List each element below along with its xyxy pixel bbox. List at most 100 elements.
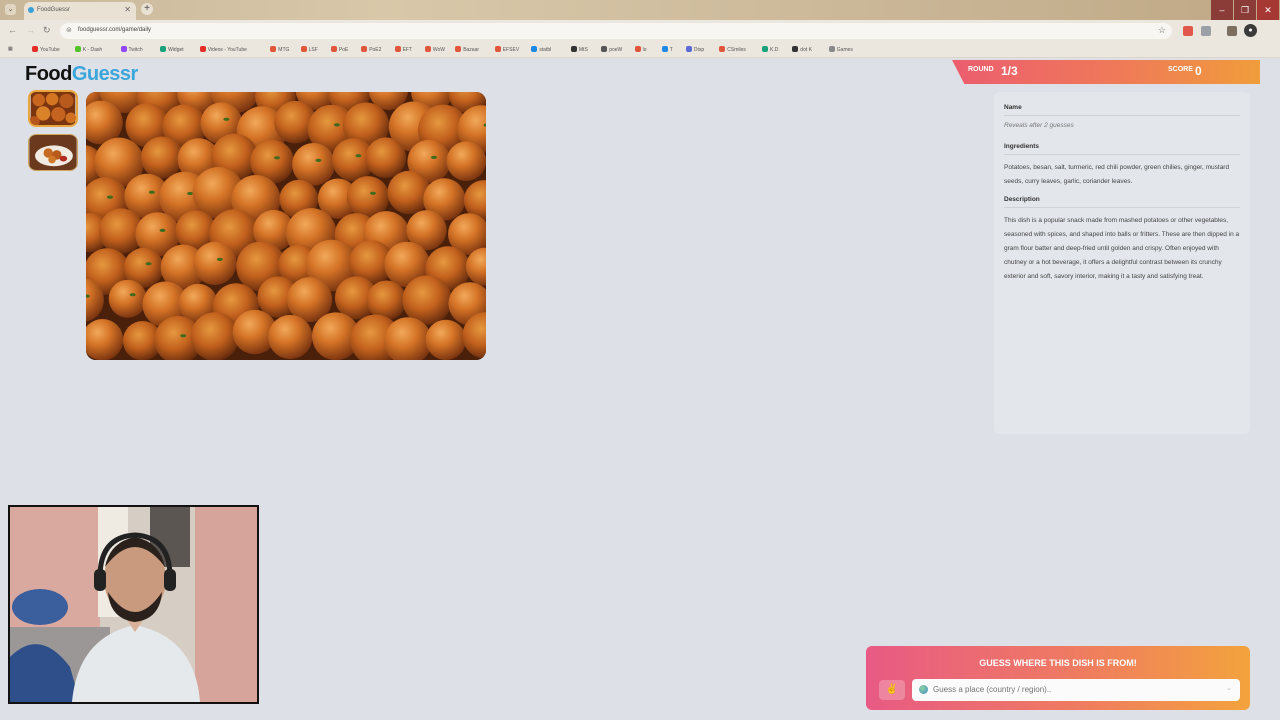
browser-tab[interactable]: FoodGuessr ✕ <box>24 2 136 20</box>
minimize-window-button[interactable]: – <box>1211 0 1233 20</box>
bookmark-label: dot K <box>800 47 812 53</box>
bookmark-favicon-icon <box>424 46 431 52</box>
divider <box>1004 207 1240 208</box>
fritters-thumb-image <box>30 92 76 125</box>
back-icon[interactable]: ← <box>8 25 17 35</box>
dish-info-panel: Name Reveals after 2 guesses Ingredients… <box>994 92 1250 434</box>
bookmark-favicon-icon <box>828 46 835 52</box>
bookmark-item[interactable]: statbl <box>531 46 551 53</box>
bookmark-item[interactable]: MtS <box>570 46 588 53</box>
fritter-ball <box>292 143 335 186</box>
bookmark-favicon-icon <box>531 46 538 52</box>
bookmark-label: PoE <box>338 47 349 53</box>
address-bar[interactable]: ⊜ foodguessr.com/game/daily ☆ <box>60 23 1172 39</box>
bookmark-favicon-icon <box>394 46 401 52</box>
herb-leaf <box>129 293 136 297</box>
herb-leaf <box>315 158 322 162</box>
round-label: ROUND <box>968 66 994 73</box>
score-label: SCORE <box>1168 66 1193 73</box>
close-window-button[interactable]: ✕ <box>1257 0 1279 20</box>
bookmark-favicon-icon <box>32 46 38 52</box>
bookmark-favicon-icon <box>74 46 81 52</box>
bookmark-label: Bazaar <box>463 47 480 53</box>
herb-leaf <box>159 228 166 232</box>
foodguessr-logo[interactable]: FoodGuessr <box>25 63 138 86</box>
bookmark-item[interactable]: Games <box>828 46 853 53</box>
bookmark-item[interactable]: CSmiles <box>719 46 746 53</box>
apps-grid-icon[interactable]: ▦ <box>8 46 13 52</box>
bookmark-item[interactable]: Twitch <box>120 46 143 53</box>
webcam-overlay <box>8 505 259 704</box>
dish-thumbnail-1[interactable] <box>28 90 78 127</box>
bookmark-item[interactable]: K - Dash <box>74 46 103 53</box>
bookmark-favicon-icon <box>494 46 501 52</box>
bookmark-item[interactable]: dot K <box>792 46 812 53</box>
bookmark-label: EFT <box>402 47 413 53</box>
browser-toolbar: ← → ↻ ⊜ foodguessr.com/game/daily ☆ ● <box>0 20 1280 42</box>
bookmark-favicon-icon <box>199 46 206 52</box>
extension-icon[interactable] <box>1201 26 1211 36</box>
tab-search-button[interactable]: ⌄ <box>5 4 16 15</box>
extensions-puzzle-icon[interactable] <box>1227 26 1237 36</box>
site-info-icon[interactable]: ⊜ <box>66 26 72 34</box>
chevron-down-icon[interactable]: ⌄ <box>1226 684 1232 692</box>
bookmark-label: LSF <box>308 47 318 53</box>
description-text: This dish is a popular snack made from m… <box>1004 217 1240 280</box>
bookmark-favicon-icon <box>685 46 692 52</box>
herb-leaf <box>180 334 187 338</box>
guess-title: GUESS WHERE THIS DISH IS FROM! <box>979 658 1137 668</box>
map-pin-button[interactable]: ✌ <box>879 680 905 700</box>
bookmark-item[interactable]: LSF <box>300 46 318 53</box>
profile-avatar[interactable]: ● <box>1244 24 1257 37</box>
bookmark-item[interactable]: PoE <box>330 46 349 53</box>
new-tab-button[interactable]: + <box>141 3 153 15</box>
bookmark-item[interactable]: Bazaar <box>455 46 479 53</box>
bookmark-favicon-icon <box>300 46 307 52</box>
forward-icon[interactable]: → <box>26 25 35 35</box>
fritter-ball <box>193 241 237 285</box>
fritter-ball <box>446 141 486 181</box>
bookmark-favicon-icon <box>330 46 337 52</box>
herb-leaf <box>274 156 281 160</box>
bookmark-item[interactable]: WoW <box>424 46 445 53</box>
bookmark-star-icon[interactable]: ☆ <box>1158 25 1166 36</box>
bookmark-item[interactable]: poeW <box>601 46 622 53</box>
bookmark-item[interactable]: MTG <box>270 46 289 53</box>
restore-window-button[interactable]: ❐ <box>1234 0 1256 20</box>
bookmark-label: poeW <box>609 47 623 53</box>
bookmark-favicon-icon <box>634 46 641 52</box>
bookmark-item[interactable]: Videos - YouTube <box>199 46 247 53</box>
bookmark-label: T <box>669 47 673 53</box>
bookmark-item[interactable]: EFSEV <box>494 46 519 53</box>
dish-photo <box>86 92 486 360</box>
bookmark-item[interactable]: K.D <box>762 46 778 53</box>
dish-thumbnail-2[interactable] <box>28 134 78 171</box>
bookmark-item[interactable]: EFT <box>394 46 413 53</box>
bookmark-item[interactable]: T <box>661 46 673 53</box>
bookmark-label: YouTube <box>40 47 60 53</box>
herb-leaf <box>148 190 155 194</box>
tab-close-icon[interactable]: ✕ <box>124 5 131 14</box>
bookmark-item[interactable]: PoE2 <box>361 46 381 53</box>
reload-icon[interactable]: ↻ <box>43 25 51 36</box>
fritter-ball <box>425 319 466 360</box>
bookmark-favicon-icon <box>661 46 668 52</box>
bookmark-favicon-icon <box>455 46 462 52</box>
bookmark-item[interactable]: YouTube <box>32 46 60 53</box>
bookmark-favicon-icon <box>719 46 726 52</box>
round-score-banner: ROUND 1/3 SCORE 0 <box>952 60 1260 84</box>
bookmark-item[interactable]: Widget <box>160 46 184 53</box>
herb-leaf <box>107 195 113 199</box>
bookmark-label: Games <box>836 47 853 53</box>
fritter-ball <box>190 312 240 360</box>
herb-leaf <box>216 257 223 261</box>
gmail-extension-icon[interactable] <box>1183 26 1193 36</box>
bookmark-item[interactable]: lo <box>634 46 647 53</box>
bookmark-item[interactable]: Dtsp <box>685 46 704 53</box>
bookmark-label: K - Dash <box>82 47 103 53</box>
bookmark-label: Widget <box>168 47 184 53</box>
ingredients-text: Potatoes, besan, salt, turmeric, red chi… <box>1004 164 1230 185</box>
bookmark-favicon-icon <box>160 46 167 52</box>
guess-input[interactable] <box>912 679 1240 701</box>
bookmark-favicon-icon <box>570 46 577 52</box>
